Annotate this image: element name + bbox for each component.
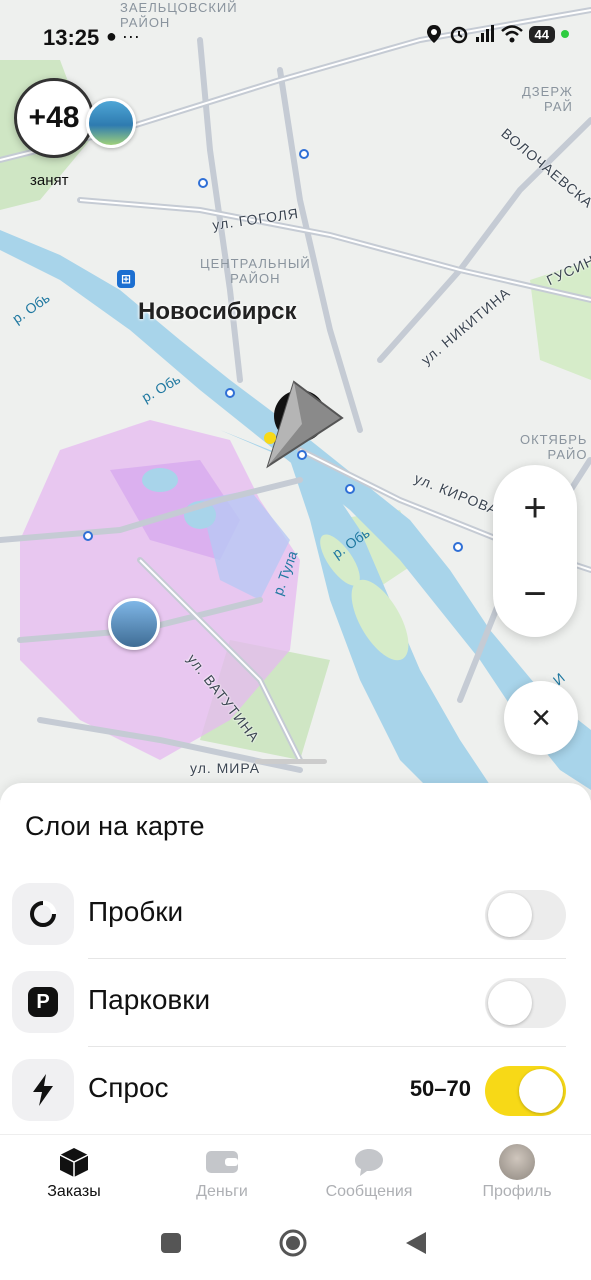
sheet-drag-handle[interactable] [255,759,327,764]
parking-icon: P [12,971,74,1033]
status-time: 13:25 [43,25,100,50]
zoom-out-button[interactable]: − [493,551,577,637]
tab-label-money: Деньги [196,1183,248,1200]
battery-indicator: 44 [528,25,555,43]
navigation-arrow-icon [264,380,344,469]
status-system-icons: 44 [425,24,569,44]
layer-row-traffic[interactable]: Пробки [0,870,591,958]
status-notification-icons: ● ··· [106,26,140,46]
toggle-knob [488,981,532,1025]
tab-orders[interactable]: Заказы [4,1143,144,1201]
alarm-icon [450,26,467,44]
system-navigation-bar [0,1212,591,1280]
tab-label-profile: Профиль [482,1183,552,1200]
parking-toggle[interactable] [485,978,566,1028]
city-label: Новосибирск [138,298,297,325]
tab-messages[interactable]: Сообщения [299,1143,439,1201]
district-label-center: ЦЕНТРАЛЬНЫЙ РАЙОН [200,256,311,286]
layer-row-parking[interactable]: P Парковки [0,958,591,1046]
district-label-right2: ОКТЯБРЬ РАЙО [520,432,588,462]
privacy-dot-icon [561,30,569,38]
signal-icon [475,25,494,42]
layer-label-parking: Парковки [88,984,211,1015]
layer-label-demand: Спрос [88,1072,169,1103]
back-button[interactable] [404,1230,428,1256]
close-layers-button[interactable]: × [504,681,578,755]
traffic-toggle[interactable] [485,890,566,940]
tab-money[interactable]: Деньги [152,1143,292,1201]
lightning-icon [12,1059,74,1121]
driver-avatar[interactable] [86,98,136,148]
demand-range-value: 50–70 [409,1076,471,1101]
rating-delta: +48 [28,101,80,134]
monument-marker-icon[interactable] [108,598,160,650]
profile-avatar-icon [499,1144,535,1180]
home-button[interactable] [278,1228,308,1258]
status-bar: 13:25 ● ··· 44 [0,0,591,70]
bottom-tab-bar: Заказы Деньги Сообщения Профиль [0,1134,591,1213]
street-label-mira: ул. МИРА [190,760,261,776]
wallet-icon [206,1151,238,1173]
toggle-knob [519,1069,563,1113]
location-icon [426,25,441,43]
recents-button[interactable] [161,1233,181,1253]
toggle-knob [488,893,532,937]
demand-toggle[interactable] [485,1066,566,1116]
wifi-icon [500,25,523,43]
driver-status: занят [30,172,69,189]
rating-badge[interactable]: +48 [14,78,94,158]
tab-label-orders: Заказы [47,1183,101,1200]
traffic-icon [12,883,74,945]
layer-label-traffic: Пробки [88,896,184,927]
zoom-in-button[interactable]: + [493,465,577,551]
chat-bubble-icon [355,1149,383,1176]
layer-row-demand[interactable]: Спрос 50–70 [0,1046,591,1134]
tab-label-messages: Сообщения [325,1183,413,1200]
district-label-right1: ДЗЕРЖ РАЙ [522,84,573,114]
zoom-controls: + − [493,465,577,637]
tab-profile[interactable]: Профиль [447,1143,587,1201]
box-icon [59,1148,89,1177]
layers-sheet-title: Слои на карте [25,811,205,841]
train-station-icon: ⊞ [117,270,135,288]
